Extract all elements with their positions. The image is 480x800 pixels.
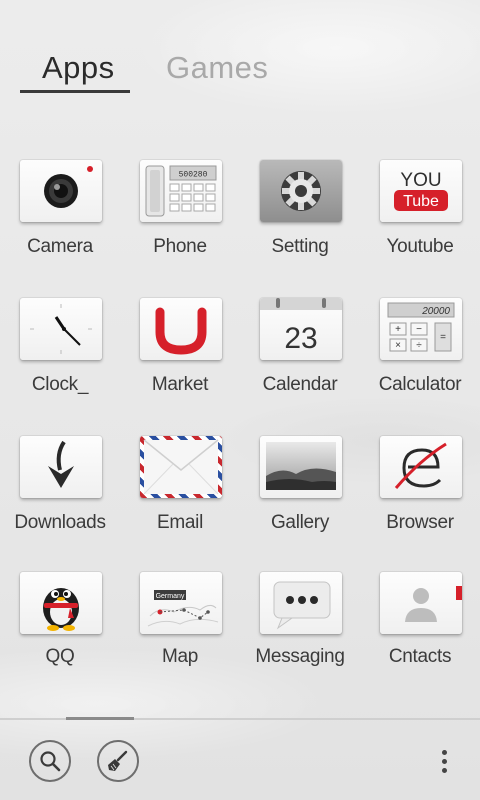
svg-text:−: − xyxy=(416,324,422,335)
app-email[interactable]: Email xyxy=(120,436,240,546)
app-label: Calendar xyxy=(262,374,338,395)
app-label: Email xyxy=(156,512,203,533)
app-clock[interactable]: Clock_ xyxy=(0,298,120,408)
app-phone[interactable]: 500280 Phone xyxy=(120,160,240,270)
app-messaging[interactable]: Messaging xyxy=(240,572,360,682)
app-label: Gallery xyxy=(270,512,330,533)
app-label: Market xyxy=(151,374,209,395)
app-calculator[interactable]: 20000 + − × ÷ = Calculator xyxy=(360,298,480,408)
download-arrow-icon xyxy=(20,436,102,498)
calendar-day-text: 23 xyxy=(284,322,317,355)
overflow-menu-icon[interactable] xyxy=(441,750,449,780)
clock-icon xyxy=(20,298,102,360)
tab-apps[interactable]: Apps xyxy=(42,50,115,86)
tab-games[interactable]: Games xyxy=(166,50,268,86)
app-label: Clock_ xyxy=(31,374,89,395)
contact-person-icon xyxy=(380,572,462,634)
browser-e-icon xyxy=(380,436,462,498)
app-label: Downloads xyxy=(14,512,106,533)
app-label: Calculator xyxy=(378,374,462,395)
youtube-tube-text: Tube xyxy=(403,193,439,210)
youtube-you-text: YOU xyxy=(400,170,441,191)
app-downloads[interactable]: Downloads xyxy=(0,436,120,546)
app-market[interactable]: Market xyxy=(120,298,240,408)
app-qq[interactable]: QQ xyxy=(0,572,120,682)
search-button[interactable] xyxy=(29,740,71,782)
app-label: Youtube xyxy=(386,236,454,257)
app-label: Browser xyxy=(386,512,454,533)
gear-icon xyxy=(260,160,342,222)
app-label: Camera xyxy=(27,236,93,257)
calculator-icon: 20000 + − × ÷ = xyxy=(380,298,462,360)
youtube-icon: YOU Tube xyxy=(380,160,462,222)
app-map[interactable]: Germany Map xyxy=(120,572,240,682)
broom-icon xyxy=(108,750,128,771)
penguin-icon xyxy=(20,572,102,634)
app-label: Setting xyxy=(271,236,329,257)
camera-icon xyxy=(20,160,102,222)
envelope-icon xyxy=(140,436,222,498)
map-icon: Germany xyxy=(140,572,222,634)
app-youtube[interactable]: YOU Tube Youtube xyxy=(360,160,480,270)
calendar-icon: 23 xyxy=(260,298,342,360)
clean-button[interactable] xyxy=(97,740,139,782)
svg-text:=: = xyxy=(440,332,446,343)
phone-icon: 500280 xyxy=(140,160,222,222)
phone-display-text: 500280 xyxy=(179,171,208,180)
calculator-display-text: 20000 xyxy=(421,306,450,317)
app-contacts[interactable]: Cntacts xyxy=(360,572,480,682)
map-tag-text: Germany xyxy=(156,593,185,600)
search-icon xyxy=(40,751,61,772)
app-label: Messaging xyxy=(255,646,345,667)
market-icon xyxy=(140,298,222,360)
app-label: Phone xyxy=(153,236,207,257)
app-browser[interactable]: Browser xyxy=(360,436,480,546)
svg-text:×: × xyxy=(395,340,401,351)
app-label: Map xyxy=(161,646,199,667)
landscape-photo-icon xyxy=(260,436,342,498)
speech-bubble-icon xyxy=(260,572,342,634)
tab-apps-indicator xyxy=(20,90,130,93)
app-camera[interactable]: Camera xyxy=(0,160,120,270)
app-setting[interactable]: Setting xyxy=(240,160,360,270)
app-calendar[interactable]: 23 Calendar xyxy=(240,298,360,408)
page-indicator xyxy=(66,717,134,720)
app-label: QQ xyxy=(45,646,75,667)
app-gallery[interactable]: Gallery xyxy=(240,436,360,546)
svg-text:÷: ÷ xyxy=(416,340,422,351)
app-label: Cntacts xyxy=(388,646,452,667)
svg-text:+: + xyxy=(395,324,401,335)
